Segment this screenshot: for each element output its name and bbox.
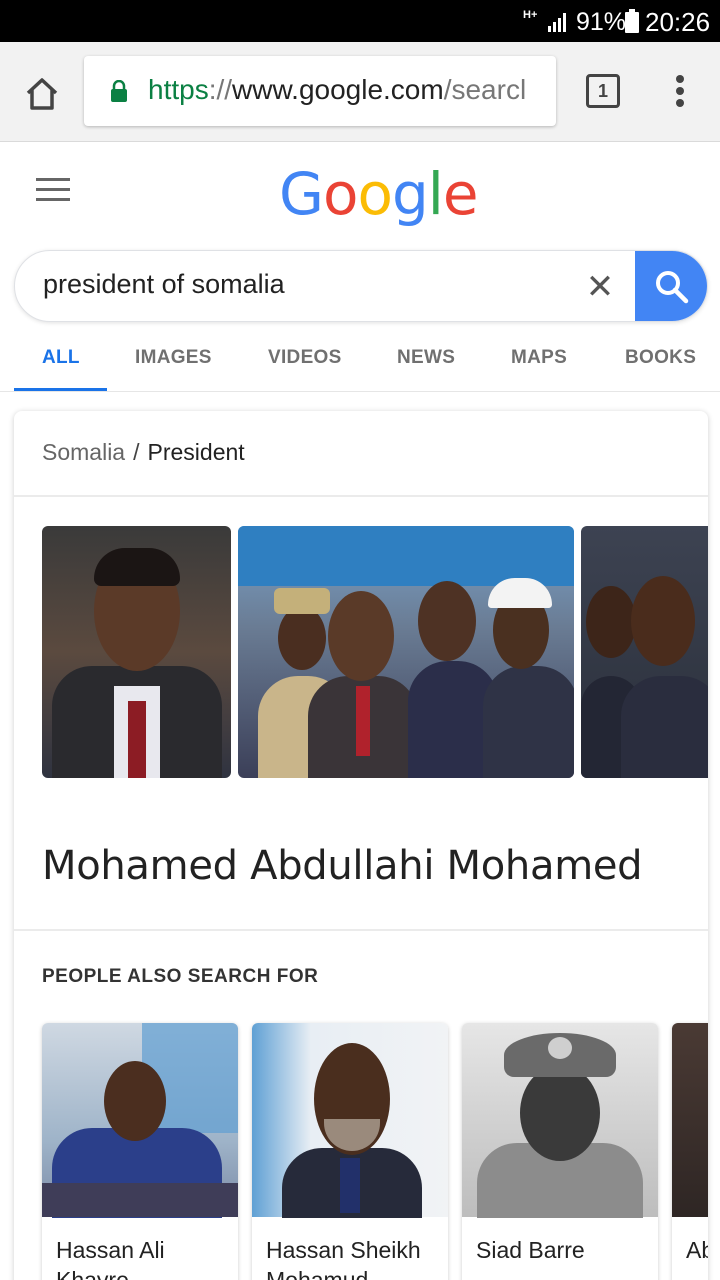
card-divider	[14, 929, 708, 931]
clear-icon[interactable]: ✕	[580, 267, 620, 307]
home-button[interactable]	[20, 72, 64, 116]
home-icon	[26, 78, 58, 110]
url-separator: ://	[208, 74, 233, 105]
tab-maps[interactable]: MAPS	[511, 347, 567, 369]
overflow-menu-icon[interactable]	[668, 72, 692, 112]
breadcrumb: Somalia / President	[42, 439, 245, 466]
status-bar: H+ 91% 20:26	[0, 0, 720, 42]
url-text: https://www.google.com/searcl	[148, 72, 526, 108]
person-card[interactable]: Siad Barre	[462, 1023, 658, 1280]
entity-photo[interactable]	[238, 526, 574, 778]
url-path: /searcl	[443, 74, 527, 105]
tab-videos[interactable]: VIDEOS	[268, 347, 342, 369]
nav-divider	[0, 391, 720, 392]
entity-photo[interactable]	[581, 526, 708, 778]
signal-icon	[548, 13, 566, 32]
person-thumbnail	[252, 1023, 448, 1218]
entity-name: Mohamed Abdullahi Mohamed	[42, 843, 643, 889]
tab-all[interactable]: ALL	[42, 347, 80, 369]
search-icon	[656, 271, 689, 304]
google-logo[interactable]: Google	[279, 160, 479, 228]
battery-percent: 91%	[576, 8, 627, 36]
browser-toolbar: https://www.google.com/searcl 1	[0, 42, 720, 142]
person-card[interactable]: Hassan Ali Khayre	[42, 1023, 238, 1280]
breadcrumb-separator: /	[133, 439, 140, 465]
breadcrumb-parent[interactable]: Somalia	[42, 439, 125, 465]
hamburger-menu-icon[interactable]	[36, 178, 70, 206]
search-nav-tabs: ALL IMAGES VIDEOS NEWS MAPS BOOKS	[0, 335, 720, 393]
tab-images[interactable]: IMAGES	[135, 347, 212, 369]
search-input[interactable]	[43, 269, 563, 300]
person-thumbnail	[462, 1023, 658, 1218]
url-scheme: https	[148, 74, 209, 105]
network-type: H+	[523, 9, 538, 21]
url-bar[interactable]: https://www.google.com/searcl	[84, 56, 556, 126]
search-button[interactable]	[635, 251, 707, 321]
person-thumbnail	[672, 1023, 708, 1217]
battery-icon	[625, 9, 639, 33]
clock: 20:26	[645, 7, 711, 37]
tab-switcher-button[interactable]: 1	[586, 74, 620, 108]
people-also-search-title: PEOPLE ALSO SEARCH FOR	[42, 966, 319, 987]
url-host: www.google.com	[232, 74, 444, 105]
entity-photo[interactable]	[42, 526, 231, 778]
person-name: Abdi Ma	[686, 1237, 708, 1263]
person-name: Hassan Ali Khayre	[56, 1237, 165, 1280]
person-thumbnail	[42, 1023, 238, 1218]
person-card[interactable]: Hassan Sheikh Mohamud	[252, 1023, 448, 1280]
tab-books[interactable]: BOOKS	[625, 347, 696, 369]
tab-news[interactable]: NEWS	[397, 347, 455, 369]
person-name: Siad Barre	[476, 1237, 585, 1263]
person-card[interactable]: Abdi Ma	[672, 1023, 708, 1280]
person-name: Hassan Sheikh Mohamud	[266, 1237, 421, 1280]
knowledge-panel: Somalia / President Mohamed Abdullahi Moha…	[14, 411, 708, 1280]
breadcrumb-current: President	[147, 439, 245, 465]
lock-icon	[111, 80, 127, 102]
search-box: ✕	[14, 250, 708, 322]
card-divider	[14, 495, 708, 497]
